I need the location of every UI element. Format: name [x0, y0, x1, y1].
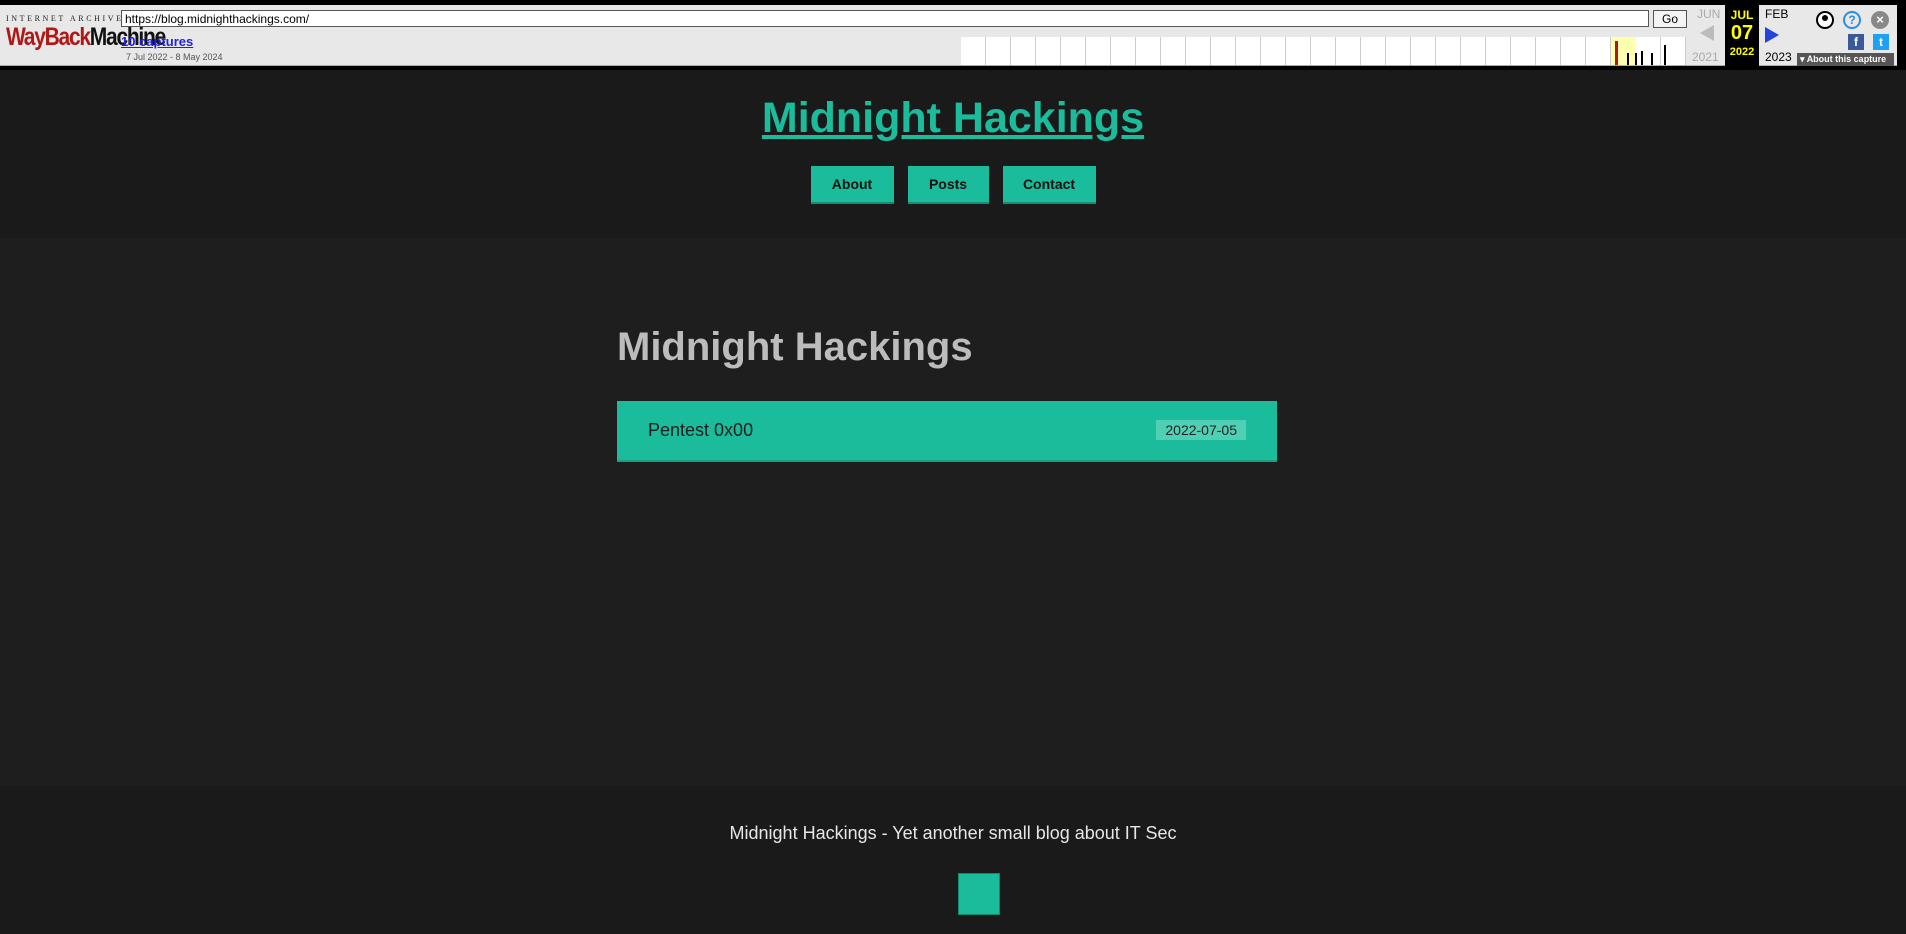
sparkline-year-cell[interactable]: [1511, 37, 1536, 65]
close-icon[interactable]: ×: [1871, 11, 1889, 29]
site-title-link[interactable]: Midnight Hackings: [762, 94, 1144, 142]
help-icon[interactable]: ?: [1843, 11, 1861, 29]
site-footer: Midnight Hackings - Yet another small bl…: [0, 786, 1906, 934]
facebook-icon[interactable]: f: [1848, 34, 1864, 50]
sparkline-year-cell[interactable]: [1436, 37, 1461, 65]
current-year: 2022: [1729, 46, 1755, 58]
sparkline-year-cell[interactable]: [1411, 37, 1436, 65]
sparkline-year-cell[interactable]: [1586, 37, 1611, 65]
sparkline-year-cell[interactable]: [1136, 37, 1161, 65]
sparkline-year-cell[interactable]: [1261, 37, 1286, 65]
footer-text: Midnight Hackings - Yet another small bl…: [729, 823, 1177, 843]
capture-tick: [1651, 53, 1653, 65]
logo-internet-archive-text: INTERNET ARCHIVE: [6, 14, 124, 23]
current-capture-date: JUL 07 2022: [1725, 5, 1759, 66]
user-icon[interactable]: [1816, 11, 1834, 29]
sparkline-year-cell[interactable]: [1011, 37, 1036, 65]
wayback-go-button[interactable]: Go: [1653, 10, 1687, 28]
sparkline-year-cell[interactable]: [1061, 37, 1086, 65]
wayback-logo[interactable]: INTERNET ARCHIVE WayBackMachine: [6, 14, 166, 60]
capture-tick: [1635, 53, 1637, 65]
next-month-label[interactable]: FEB: [1765, 7, 1788, 21]
nav-about-button[interactable]: About: [810, 166, 894, 204]
logo-wayback-machine-text: WayBackMachine: [6, 23, 166, 51]
post-title[interactable]: Pentest 0x00: [648, 420, 753, 441]
wayback-toolbar: INTERNET ARCHIVE WayBackMachine https://…: [0, 0, 1906, 70]
wayback-toolbar-panel: INTERNET ARCHIVE WayBackMachine https://…: [0, 5, 1897, 66]
wayback-url-input[interactable]: https://blog.midnighthackings.com/: [121, 10, 1649, 27]
sparkline-year-cell[interactable]: [1561, 37, 1586, 65]
sparkline-year-cell[interactable]: [1636, 37, 1661, 65]
sparkline-year-cell[interactable]: [1286, 37, 1311, 65]
sparkline-year-cell[interactable]: [1361, 37, 1386, 65]
current-month: JUL: [1730, 8, 1754, 22]
sparkline-year-cell[interactable]: [1461, 37, 1486, 65]
main-nav: About Posts Contact: [0, 166, 1906, 204]
sparkline-year-cell[interactable]: [1336, 37, 1361, 65]
capture-range-text: 7 Jul 2022 - 8 May 2024: [126, 52, 223, 62]
capture-tick: [1664, 45, 1666, 65]
post-list-item[interactable]: Pentest 0x00 2022-07-05: [617, 401, 1277, 462]
twitter-icon[interactable]: t: [1873, 34, 1889, 50]
sparkline-year-cell[interactable]: [961, 37, 986, 65]
sparkline-year-cell[interactable]: [1386, 37, 1411, 65]
sparkline-year-cell[interactable]: [1111, 37, 1136, 65]
post-date-badge: 2022-07-05: [1156, 420, 1246, 440]
page-title: Midnight Hackings: [617, 325, 973, 369]
sparkline-year-cell[interactable]: [1036, 37, 1061, 65]
current-day: 07: [1730, 22, 1754, 44]
nav-contact-button[interactable]: Contact: [1002, 166, 1096, 204]
nav-posts-button[interactable]: Posts: [907, 166, 989, 204]
next-capture-arrow-icon[interactable]: [1765, 27, 1779, 43]
site-header: Midnight Hackings About Posts Contact: [0, 70, 1906, 238]
sparkline-year-cell[interactable]: [1311, 37, 1336, 65]
capture-sparkline[interactable]: [961, 37, 1686, 65]
sparkline-year-cell[interactable]: [1536, 37, 1561, 65]
site-title: Midnight Hackings: [0, 94, 1906, 143]
prev-year-label[interactable]: 2021: [1692, 50, 1719, 64]
capture-tick: [1615, 41, 1618, 65]
capture-tick: [1627, 53, 1629, 65]
captures-link[interactable]: 10 captures: [121, 34, 193, 49]
capture-tick: [1641, 51, 1643, 65]
sparkline-year-cell[interactable]: [1086, 37, 1111, 65]
sparkline-year-cell[interactable]: [1186, 37, 1211, 65]
next-year-label[interactable]: 2023: [1765, 50, 1792, 64]
footer-logo-square: [958, 873, 1000, 915]
prev-capture-arrow-icon[interactable]: [1700, 25, 1714, 41]
about-capture-button[interactable]: ▾ About this capture: [1797, 53, 1894, 66]
prev-month-label[interactable]: JUN: [1697, 7, 1720, 21]
sparkline-year-cell[interactable]: [1236, 37, 1261, 65]
sparkline-year-cell[interactable]: [986, 37, 1011, 65]
sparkline-year-cell[interactable]: [1486, 37, 1511, 65]
sparkline-year-cell[interactable]: [1161, 37, 1186, 65]
sparkline-year-cell[interactable]: [1211, 37, 1236, 65]
